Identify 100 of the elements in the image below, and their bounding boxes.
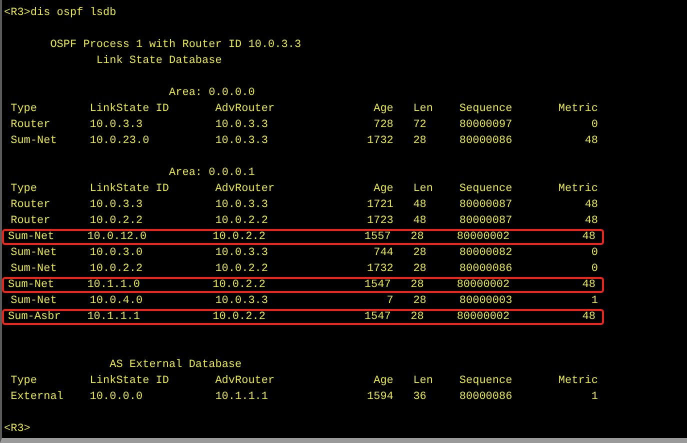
column-header: LinkState ID [90, 103, 170, 115]
len-cell: 28 [410, 231, 424, 243]
column-header: Sequence [459, 103, 512, 115]
type-cell: Sum-Net [8, 279, 54, 291]
adv-router-cell: 10.1.1.1 [215, 391, 268, 403]
link-state-id-cell: 10.1.1.0 [87, 279, 140, 291]
type-cell: Sum-Net [10, 263, 57, 275]
sequence-cell: 80000087 [459, 199, 512, 211]
len-cell: 28 [410, 279, 424, 291]
len-cell: 28 [413, 295, 426, 307]
column-header: Age [374, 183, 394, 195]
link-state-id-cell: 10.1.1.1 [87, 311, 140, 323]
sequence-cell: 80000002 [456, 279, 510, 291]
age-cell: 744 [374, 247, 394, 259]
column-header: LinkState ID [90, 183, 170, 195]
adv-router-cell: 10.0.2.2 [212, 279, 266, 291]
column-header: Len [413, 375, 434, 387]
sequence-cell: 80000003 [459, 295, 512, 307]
age-cell: 1547 [364, 279, 391, 291]
type-cell: Sum-Asbr [8, 311, 61, 323]
metric-cell: 1 [591, 295, 598, 307]
column-header: Age [374, 103, 394, 115]
metric-cell: 1 [591, 391, 598, 403]
column-header: Metric [558, 375, 598, 387]
type-cell: Sum-Net [10, 247, 57, 259]
column-header: AdvRouter [215, 375, 275, 387]
sequence-cell: 80000002 [456, 311, 510, 323]
metric-cell: 48 [582, 311, 596, 323]
column-header: Len [413, 183, 434, 195]
type-cell: External [10, 391, 64, 403]
metric-cell: 0 [591, 119, 598, 131]
adv-router-cell: 10.0.2.2 [215, 263, 268, 275]
column-header: Type [10, 103, 37, 115]
column-header: AdvRouter [215, 183, 275, 195]
len-cell: 28 [413, 263, 426, 275]
age-cell: 1732 [367, 263, 394, 275]
age-cell: 728 [374, 119, 394, 131]
age-cell: 1732 [367, 135, 394, 147]
age-cell: 1557 [364, 231, 391, 243]
metric-cell: 48 [584, 199, 598, 211]
column-header: Sequence [459, 183, 512, 195]
link-state-id-cell: 10.0.2.2 [90, 215, 143, 227]
age-cell: 1723 [367, 215, 394, 227]
adv-router-cell: 10.0.2.2 [212, 311, 266, 323]
command-line: <R3>dis ospf lsdb [4, 7, 116, 19]
column-header: Type [10, 375, 37, 387]
column-header: Metric [558, 103, 598, 115]
link-state-id-cell: 10.0.4.0 [90, 295, 143, 307]
type-cell: Sum-Net [8, 231, 54, 243]
link-state-id-cell: 10.0.3.3 [90, 199, 143, 211]
column-header: AdvRouter [215, 103, 275, 115]
column-header: Type [10, 183, 37, 195]
adv-router-cell: 10.0.3.3 [215, 199, 268, 211]
column-header: Len [413, 103, 434, 115]
type-cell: Router [10, 119, 50, 131]
metric-cell: 48 [582, 279, 596, 291]
link-state-id-cell: 10.0.12.0 [87, 231, 147, 243]
adv-router-cell: 10.0.2.2 [212, 231, 266, 243]
type-cell: Sum-Net [10, 295, 57, 307]
type-cell: Router [10, 215, 50, 227]
metric-cell: 48 [584, 215, 598, 227]
len-cell: 28 [413, 135, 426, 147]
len-cell: 28 [410, 311, 424, 323]
link-state-id-cell: 10.0.2.2 [90, 263, 143, 275]
sequence-cell: 80000086 [459, 391, 512, 403]
age-cell: 1721 [367, 199, 394, 211]
area-title: Area: 0.0.0.1 [169, 167, 255, 179]
metric-cell: 0 [591, 247, 598, 259]
sequence-cell: 80000086 [459, 263, 512, 275]
metric-cell: 48 [584, 135, 598, 147]
adv-router-cell: 10.0.2.2 [215, 215, 268, 227]
sequence-cell: 80000097 [459, 119, 512, 131]
age-cell: 7 [386, 295, 394, 307]
link-state-id-cell: 10.0.23.0 [90, 135, 150, 147]
sequence-cell: 80000086 [459, 135, 512, 147]
link-state-id-cell: 10.0.3.0 [90, 247, 143, 259]
metric-cell: 0 [591, 263, 598, 275]
age-cell: 1594 [367, 391, 394, 403]
command-prompt: <R3> [4, 423, 30, 435]
database-title: AS External Database [110, 359, 242, 371]
column-header: Age [374, 375, 394, 387]
process-title: OSPF Process 1 with Router ID 10.0.3.3 [50, 39, 302, 51]
type-cell: Sum-Net [10, 135, 57, 147]
link-state-id-cell: 10.0.3.3 [90, 119, 143, 131]
sequence-cell: 80000082 [459, 247, 512, 259]
column-header: Sequence [459, 375, 512, 387]
column-header: LinkState ID [90, 375, 170, 387]
database-title: Link State Database [96, 55, 222, 67]
len-cell: 28 [413, 247, 426, 259]
link-state-id-cell: 10.0.0.0 [90, 391, 143, 403]
len-cell: 72 [413, 119, 426, 131]
len-cell: 36 [413, 391, 426, 403]
len-cell: 48 [413, 215, 426, 227]
adv-router-cell: 10.0.3.3 [215, 119, 268, 131]
adv-router-cell: 10.0.3.3 [215, 135, 268, 147]
adv-router-cell: 10.0.3.3 [215, 247, 268, 259]
adv-router-cell: 10.0.3.3 [215, 295, 268, 307]
type-cell: Router [10, 199, 50, 211]
metric-cell: 48 [582, 231, 596, 243]
area-title: Area: 0.0.0.0 [169, 87, 255, 99]
